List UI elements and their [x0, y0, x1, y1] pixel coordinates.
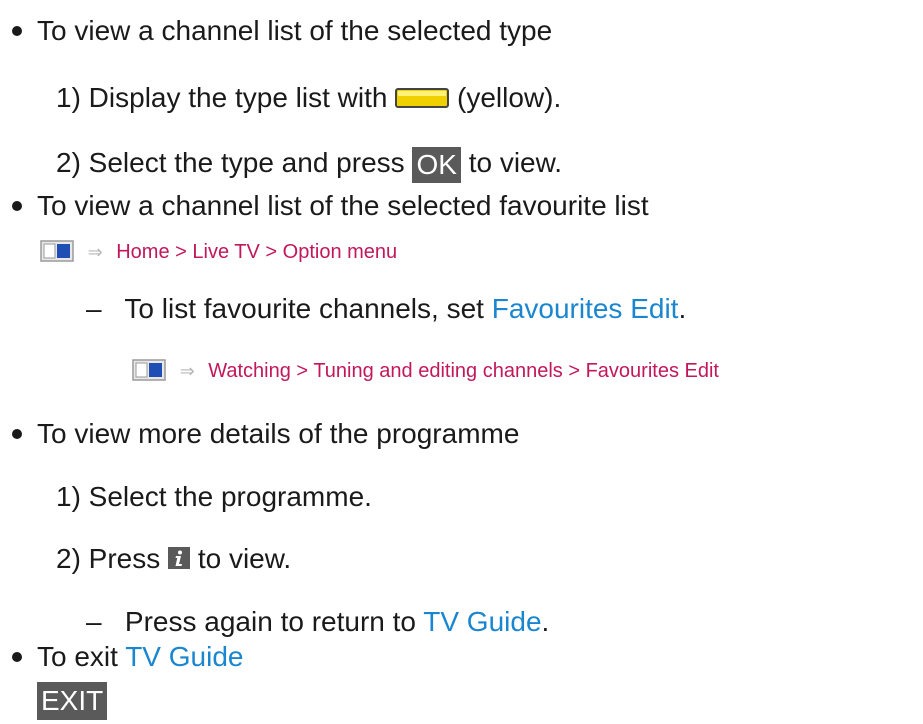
crumb-home[interactable]: Home [116, 241, 169, 263]
step-press-info: 2) Press to view. [56, 542, 291, 576]
bullet-text-to-exit: To exit TV Guide [37, 640, 243, 674]
tv-guide-link[interactable]: TV Guide [423, 606, 541, 637]
crumb-separator: > [568, 360, 581, 382]
exit-key[interactable]: EXIT [37, 682, 108, 720]
favourites-edit-breadcrumb: ⇒ Watching > Tuning and editing channels… [132, 358, 719, 383]
crumb-separator: > [265, 241, 278, 263]
bullet-label: To view more details of the programme [37, 418, 520, 449]
arrow-right-icon: ⇒ [179, 361, 195, 381]
step-suffix: to view. [197, 543, 292, 574]
crumb-separator: > [175, 241, 187, 263]
info-button-icon[interactable] [168, 546, 191, 569]
crumb-option-menu[interactable]: Option menu [283, 241, 398, 263]
note-suffix: . [678, 293, 687, 324]
step-select-type: 2) Select the type and press OK to view. [56, 146, 562, 183]
step-suffix: (yellow). [457, 82, 562, 113]
crumb-separator: > [296, 360, 309, 382]
step-label: 2) Press [56, 543, 161, 574]
crumb-live-tv[interactable]: Live TV [192, 241, 259, 263]
bullet-dot [12, 26, 22, 36]
arrow-right-icon: ⇒ [87, 242, 103, 262]
bullet-dot [12, 429, 22, 439]
step-label: 2) Select the type and press [56, 147, 405, 178]
note-label: Press again to return to [124, 606, 416, 637]
ok-key[interactable]: OK [412, 146, 461, 183]
bullet-dot [12, 201, 22, 211]
step-display-type-list: 1) Display the type list with (yellow). [56, 81, 561, 115]
crumb-tuning-editing[interactable]: Tuning and editing channels [313, 360, 562, 382]
bullet-text-type-list: To view a channel list of the selected t… [37, 14, 552, 48]
favourites-edit-link[interactable]: Favourites Edit [492, 293, 679, 324]
bullet-label: To view a channel list of the selected f… [37, 190, 649, 221]
note-label: To list favourite channels, set [124, 293, 484, 324]
step-label: 1) Select the programme. [56, 481, 372, 512]
tv-guide-link[interactable]: TV Guide [125, 641, 243, 672]
bullet-text-favourite-list: To view a channel list of the selected f… [37, 189, 649, 223]
bullet-text-details: To view more details of the programme [37, 417, 519, 451]
bullet-label: To view a channel list of the selected t… [37, 15, 553, 46]
bullet-label: To exit [37, 641, 126, 672]
crumb-watching[interactable]: Watching [208, 360, 291, 382]
step-label: 1) Display the type list with [56, 82, 388, 113]
note-suffix: . [541, 606, 550, 637]
yellow-button-icon [395, 87, 450, 108]
tv-menu-icon [40, 239, 74, 262]
step-select-programme: 1) Select the programme. [56, 480, 372, 514]
bullet-dot [12, 652, 22, 662]
step-suffix: to view. [468, 147, 563, 178]
dash: – [86, 606, 102, 637]
dash: – [86, 293, 102, 324]
note-favourites-edit: – To list favourite channels, set Favour… [86, 292, 686, 326]
note-return-tv-guide: – Press again to return to TV Guide. [86, 605, 549, 639]
tv-menu-icon [132, 358, 166, 381]
crumb-favourites-edit[interactable]: Favourites Edit [586, 360, 719, 382]
fav-breadcrumb: ⇒ Home > Live TV > Option menu [40, 239, 398, 264]
